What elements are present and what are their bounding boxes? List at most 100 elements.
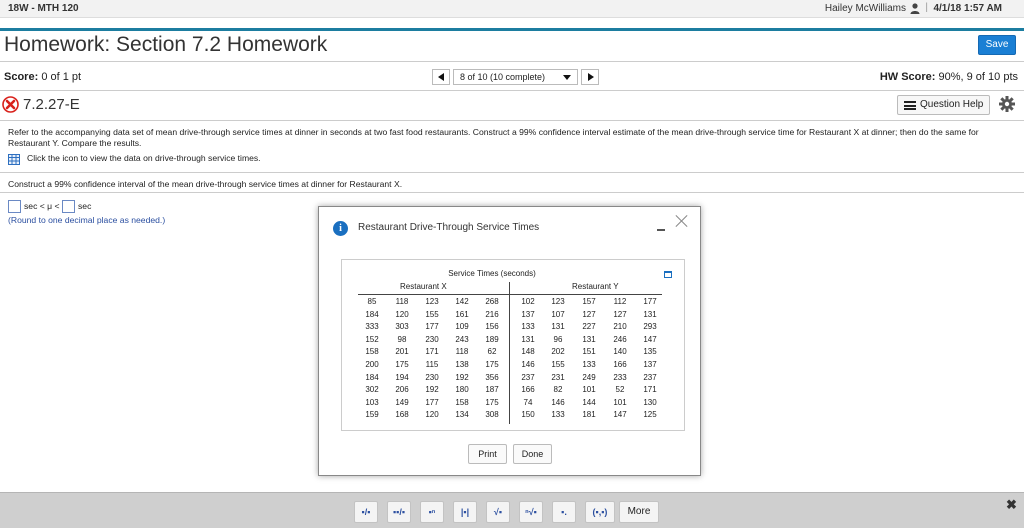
table-cell: 194 — [395, 372, 409, 382]
question-prompt: Refer to the accompanying data set of me… — [8, 127, 979, 148]
user-name[interactable]: Hailey McWilliams — [825, 3, 906, 14]
table-cell: 155 — [551, 359, 565, 369]
question-select-value: 8 of 10 (10 complete) — [460, 72, 546, 82]
table-cell: 98 — [397, 334, 407, 344]
gear-icon[interactable] — [998, 95, 1016, 113]
table-cell: 161 — [455, 309, 469, 319]
decimal-button[interactable]: ▪. — [552, 501, 576, 523]
table-cell: 140 — [613, 347, 627, 357]
table-cell: 171 — [425, 347, 439, 357]
table-cell: 302 — [365, 385, 379, 395]
table-cell: 268 — [485, 297, 499, 306]
question-select[interactable]: 8 of 10 (10 complete) — [453, 69, 578, 85]
table-cell: 177 — [643, 297, 657, 306]
interval-button[interactable]: (▪,▪) — [585, 501, 615, 523]
table-cell: 144 — [582, 397, 596, 407]
table-cell: 192 — [455, 372, 469, 382]
exponent-button[interactable]: ▪ⁿ — [420, 501, 444, 523]
table-row: 159 168 120 134 308 150 133 181 147 125 — [358, 410, 662, 423]
question-help-label: Question Help — [920, 99, 984, 110]
fraction-button[interactable]: ▪/▪ — [354, 501, 378, 523]
info-icon: i — [333, 221, 348, 236]
divider — [0, 120, 1024, 121]
hw-score: HW Score: 90%, 9 of 10 pts — [880, 71, 1018, 83]
data-link-text: Click the icon to view the data on drive… — [27, 153, 261, 163]
close-icon[interactable]: ✖ — [1006, 497, 1017, 513]
square-root-button[interactable]: √▪ — [486, 501, 510, 523]
table-cell: 202 — [551, 347, 565, 357]
table-cell: 123 — [425, 297, 439, 306]
table-body: 85 118 123 142 268 102 123 157 112 177 184 120 155 16… — [358, 297, 662, 423]
table-cell: 123 — [551, 297, 565, 306]
mixed-number-button[interactable]: ▪▪/▪ — [387, 501, 411, 523]
table-cell: 308 — [485, 410, 499, 420]
table-cell: 142 — [455, 297, 469, 306]
upper-bound-input[interactable] — [62, 200, 75, 213]
nth-root-button[interactable]: ⁿ√▪ — [519, 501, 543, 523]
data-table-panel: Service Times (seconds) Restaurant X Res… — [341, 259, 685, 431]
minimize-icon[interactable] — [657, 229, 665, 231]
table-cell: 216 — [485, 309, 499, 319]
menu-icon — [904, 101, 916, 110]
score: Score: 0 of 1 pt — [4, 71, 81, 83]
table-cell: 166 — [613, 359, 627, 369]
table-row: 302 206 192 180 187 166 82 101 52 171 — [358, 385, 662, 398]
table-cell: 107 — [551, 309, 565, 319]
sub-prompt: Construct a 99% confidence interval of t… — [8, 179, 403, 189]
person-icon[interactable] — [910, 3, 920, 14]
hw-score-label: HW Score: — [879, 71, 936, 83]
table-row: 152 98 230 243 189 131 96 131 246 147 — [358, 335, 662, 348]
close-icon[interactable] — [675, 214, 689, 228]
table-cell: 96 — [553, 334, 563, 344]
table-cell: 149 — [395, 397, 409, 407]
save-button[interactable]: Save — [978, 35, 1016, 55]
table-row: 103 149 177 158 175 74 146 144 101 130 — [358, 398, 662, 411]
table-cell: 152 — [365, 334, 379, 344]
data-table-icon[interactable] — [8, 154, 20, 165]
table-cell: 177 — [425, 322, 439, 332]
interval-inequality: sec < μ < — [24, 201, 60, 211]
score-value: 0 of 1 pt — [41, 71, 82, 83]
next-question-button[interactable] — [581, 69, 599, 85]
score-label: Score: — [4, 71, 39, 83]
copy-icon[interactable] — [664, 271, 672, 278]
table-cell: 148 — [521, 347, 535, 357]
table-cell: 101 — [613, 397, 627, 407]
data-dialog: i Restaurant Drive-Through Service Times… — [318, 206, 701, 476]
table-cell: 210 — [613, 322, 627, 332]
table-cell: 151 — [582, 347, 596, 357]
table-cell: 150 — [521, 410, 535, 420]
divider — [0, 192, 1024, 193]
table-cell: 82 — [553, 385, 563, 395]
table-cell: 131 — [551, 322, 565, 332]
table-cell: 120 — [395, 309, 409, 319]
table-cell: 135 — [643, 347, 657, 357]
table-row: 333 303 177 109 156 133 131 227 210 293 — [358, 322, 662, 335]
header-accent-line — [0, 28, 1024, 31]
table-cell: 230 — [425, 372, 439, 382]
page-title: Homework: Section 7.2 Homework — [4, 33, 328, 56]
previous-question-button[interactable] — [432, 69, 450, 85]
table-cell: 134 — [455, 410, 469, 420]
table-cell: 147 — [613, 410, 627, 420]
table-cell: 125 — [643, 410, 657, 420]
print-button[interactable]: Print — [468, 444, 507, 464]
table-cell: 146 — [521, 359, 535, 369]
table-cell: 158 — [455, 397, 469, 407]
table-cell: 102 — [521, 297, 535, 306]
hw-score-value: 90%, 9 of 10 pts — [938, 71, 1019, 83]
date-time: 4/1/18 1:57 AM — [933, 3, 1002, 14]
table-cell: 157 — [582, 297, 596, 306]
table-cell: 118 — [395, 297, 409, 306]
more-button[interactable]: More — [619, 501, 659, 523]
done-button[interactable]: Done — [513, 444, 552, 464]
table-cell: 131 — [643, 309, 657, 319]
table-cell: 187 — [485, 385, 499, 395]
table-cell: 133 — [582, 359, 596, 369]
question-help-button[interactable]: Question Help — [897, 95, 990, 115]
lower-bound-input[interactable] — [8, 200, 21, 213]
table-cell: 175 — [485, 397, 499, 407]
table-cell: 189 — [485, 334, 499, 344]
absolute-value-button[interactable]: |▪| — [453, 501, 477, 523]
divider — [0, 90, 1024, 91]
